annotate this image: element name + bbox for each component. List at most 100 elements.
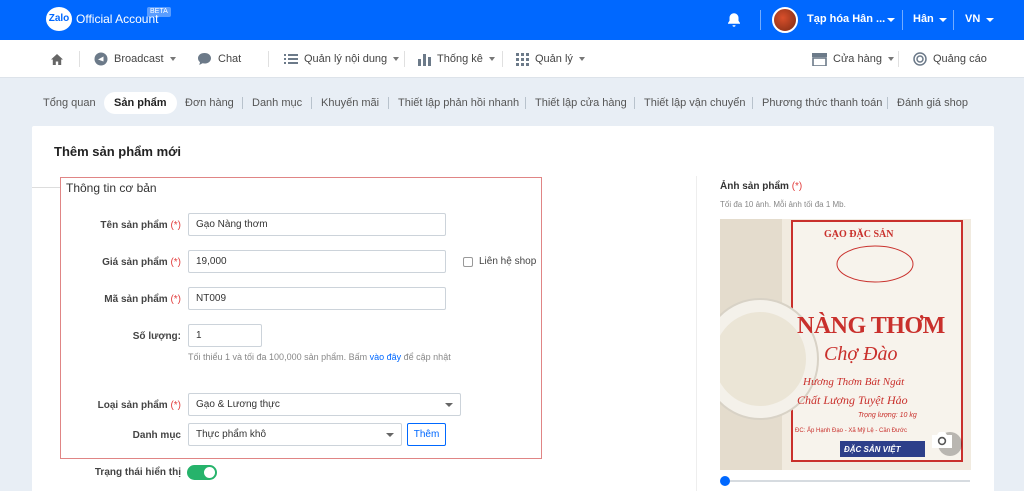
sku-input[interactable]: NT009 (188, 287, 446, 310)
display-status-toggle[interactable] (187, 465, 217, 480)
nav-ads-label: Quảng cáo (933, 53, 987, 65)
photo-text: Trọng lượng: 10 kg (858, 412, 917, 419)
photo-text: ĐẶC SẢN VIỆT (844, 445, 901, 454)
store-icon (812, 52, 827, 66)
tab-divider (752, 97, 753, 109)
tab-divider (525, 97, 526, 109)
sku-label: Mã sản phẩm (*) (104, 294, 181, 305)
user-menu[interactable]: Hân (913, 13, 934, 25)
nav-divider (502, 51, 503, 67)
update-link[interactable]: vào đây (370, 352, 402, 362)
bar-chart-icon (418, 53, 431, 66)
target-icon (913, 52, 927, 66)
photo-text: Hương Thơm Bát Ngát (803, 376, 905, 388)
photo-text: Chợ Đào (824, 343, 898, 365)
product-type-label: Loại sản phẩm (*) (97, 400, 181, 411)
nav-stats[interactable]: Thống kê (418, 40, 495, 78)
section-title: Thông tin cơ bản (66, 181, 157, 195)
tab-products[interactable]: Sản phẩm (104, 92, 177, 114)
price-input[interactable]: 19,000 (188, 250, 446, 273)
photo-text: Chất Lượng Tuyệt Hảo (797, 393, 908, 407)
nav-divider (268, 51, 269, 67)
tab-promotions[interactable]: Khuyến mãi (321, 92, 379, 114)
tab-divider (311, 97, 312, 109)
tab-store-settings[interactable]: Thiết lập cửa hàng (535, 92, 627, 114)
nav-chat[interactable]: Chat (197, 40, 241, 78)
top-bar: Zalo Official Account BETA Tạp hóa Hân .… (0, 0, 1024, 40)
tab-payment[interactable]: Phương thức thanh toán (762, 92, 882, 114)
chevron-down-icon (887, 57, 894, 61)
beta-badge: BETA (147, 7, 171, 17)
nav-manage-label: Quản lý (535, 53, 573, 65)
nav-store[interactable]: Cửa hàng (812, 40, 894, 78)
tab-divider (388, 97, 389, 109)
chevron-down-icon (386, 433, 394, 437)
product-type-select[interactable]: Gạo & Lương thực (188, 393, 461, 416)
nav-divider (404, 51, 405, 67)
tab-quick-replies[interactable]: Thiết lập phản hồi nhanh (398, 92, 519, 114)
quantity-hint: Tối thiểu 1 và tối đa 100,000 sản phẩm. … (188, 352, 451, 362)
nav-manage[interactable]: Quản lý (516, 40, 585, 78)
avatar[interactable] (772, 7, 798, 33)
category-label: Danh mục (132, 430, 181, 441)
grid-icon (516, 52, 529, 66)
photo-text: NÀNG THƠM (797, 313, 945, 339)
chevron-down-icon (578, 57, 585, 61)
chat-icon (198, 53, 211, 65)
bell-icon[interactable] (725, 11, 743, 29)
tab-categories[interactable]: Danh mục (252, 92, 302, 114)
chevron-down-icon (488, 57, 495, 61)
nav-content[interactable]: Quản lý nội dung (284, 40, 400, 78)
nav-content-label: Quản lý nội dung (304, 53, 388, 65)
nav-divider (898, 51, 899, 67)
product-name-label: Tên sản phẩm (*) (100, 220, 181, 231)
image-slider-thumb[interactable] (720, 476, 730, 486)
header-divider (760, 10, 761, 30)
zalo-logo[interactable]: Zalo (46, 7, 72, 31)
photo-text: GẠO ĐẶC SẢN (824, 229, 894, 240)
tab-orders[interactable]: Đơn hàng (185, 92, 234, 114)
nav-chat-label: Chat (218, 53, 242, 65)
contact-shop-checkbox[interactable] (463, 257, 473, 267)
quantity-input[interactable]: 1 (188, 324, 262, 347)
chevron-down-icon (393, 57, 400, 61)
nav-broadcast[interactable]: Broadcast (94, 40, 176, 78)
column-divider (696, 176, 697, 491)
chevron-down-icon (445, 403, 453, 407)
product-images-label: Ảnh sản phẩm (*) (720, 181, 803, 192)
product-photo[interactable]: GẠO ĐẶC SẢN NÀNG THƠM Chợ Đào Hương Thơm… (720, 219, 971, 470)
header-divider (953, 10, 954, 30)
nav-stats-label: Thống kê (437, 53, 483, 65)
tab-reviews[interactable]: Đánh giá shop (897, 92, 968, 114)
tab-divider (887, 97, 888, 109)
photo-text: ĐC: Ấp Hạnh Đạo - Xã Mỹ Lệ - Cần Đước (795, 428, 907, 434)
language-menu[interactable]: VN (965, 13, 980, 25)
price-label: Giá sản phẩm (*) (102, 257, 181, 268)
product-name-input[interactable]: Gạo Nàng thơm (188, 213, 446, 236)
shop-name[interactable]: Tạp hóa Hân ... (807, 13, 885, 25)
tab-divider (242, 97, 243, 109)
contact-shop-label[interactable]: Liên hệ shop (479, 256, 536, 267)
image-slider-track[interactable] (722, 480, 970, 482)
display-status-label: Trạng thái hiển thị (94, 467, 181, 478)
list-icon (284, 54, 298, 64)
add-product-card: Thêm sản phẩm mới Thông tin cơ bản Tên s… (32, 126, 994, 491)
add-category-button[interactable]: Thêm (407, 423, 446, 446)
nav-broadcast-label: Broadcast (114, 53, 164, 65)
chevron-down-icon[interactable] (986, 18, 994, 22)
page-title: Thêm sản phẩm mới (54, 144, 181, 159)
nav-home[interactable] (50, 40, 64, 78)
tab-overview[interactable]: Tổng quan (43, 92, 96, 114)
images-hint: Tối đa 10 ảnh. Mỗi ảnh tối đa 1 Mb. (720, 200, 846, 209)
tab-shipping[interactable]: Thiết lập vận chuyển (644, 92, 746, 114)
chevron-down-icon[interactable] (887, 18, 895, 22)
quantity-label: Số lượng: (132, 331, 181, 342)
nav-ads[interactable]: Quảng cáo (913, 40, 987, 78)
chevron-down-icon[interactable] (939, 18, 947, 22)
nav-store-label: Cửa hàng (833, 53, 882, 65)
category-select[interactable]: Thực phẩm khô (188, 423, 402, 446)
divider (32, 187, 60, 188)
nav-divider (79, 51, 80, 67)
camera-icon[interactable] (930, 431, 954, 449)
broadcast-icon (94, 52, 108, 66)
